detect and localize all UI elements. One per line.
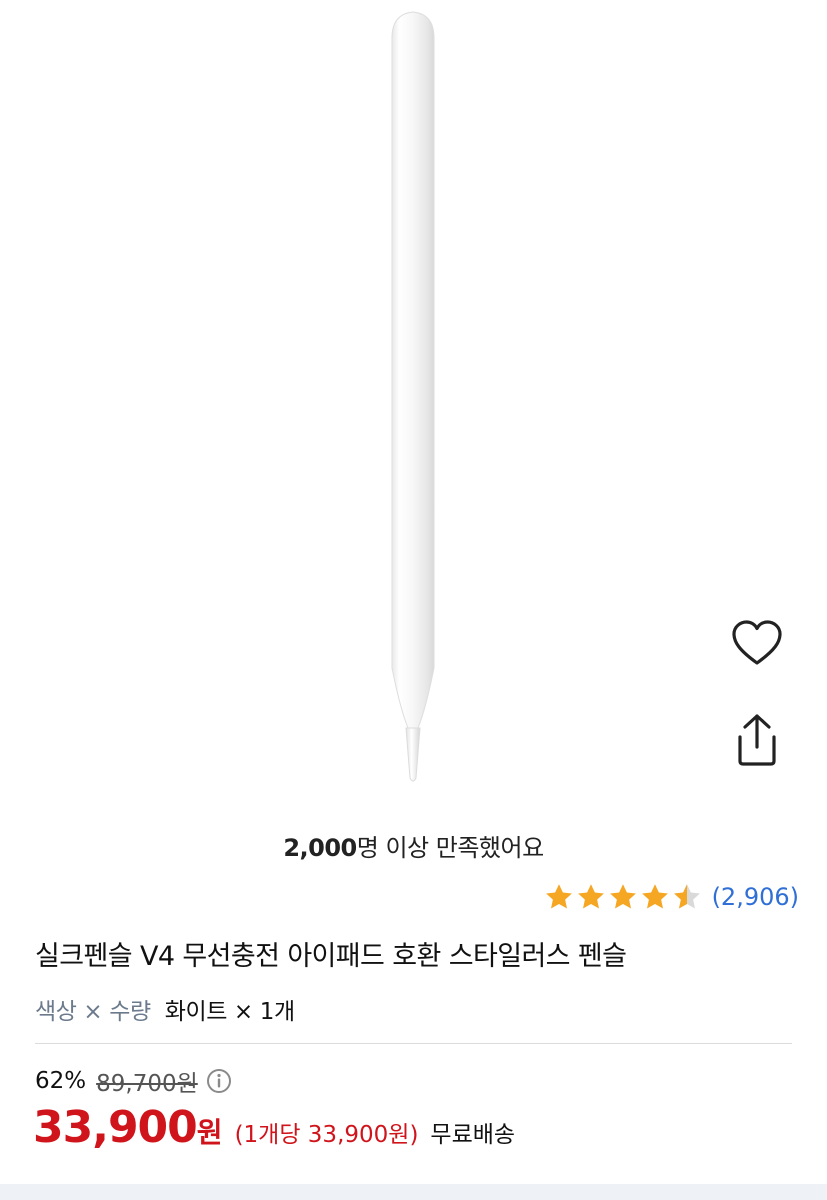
star-icon [609, 884, 636, 909]
bottom-strip [0, 1184, 827, 1200]
share-icon [738, 714, 776, 766]
wishlist-button[interactable] [722, 608, 792, 678]
rating[interactable]: (2,906) [544, 877, 799, 917]
product-title: 실크펜슬 V4 무선충전 아이패드 호환 스타일러스 펜슬 [35, 941, 627, 972]
option-label: 색상 × 수량 [35, 999, 151, 1025]
sale-price-unit: 원 [196, 1116, 223, 1149]
shipping-badge: 무료배송 [430, 1122, 516, 1148]
star-icon [545, 884, 572, 909]
star-icon [577, 884, 604, 909]
stylus-pen-image [391, 11, 435, 782]
selected-option[interactable]: 색상 × 수량 화이트 × 1개 [35, 992, 295, 1026]
discount-row: 62% 89,700원 [35, 1064, 232, 1098]
share-button[interactable] [722, 705, 792, 775]
original-price: 89,700원 [96, 1071, 198, 1097]
review-count-link[interactable]: (2,906) [712, 883, 799, 911]
info-icon[interactable] [206, 1068, 232, 1094]
divider [35, 1043, 792, 1044]
sale-price: 33,900 [33, 1102, 198, 1153]
star-icon [641, 884, 668, 909]
unit-price: (1개당 33,900원) [234, 1122, 419, 1148]
half-star-icon [673, 884, 700, 909]
discount-percent: 62% [35, 1068, 87, 1094]
satisfaction-text: 명 이상 만족했어요 [356, 834, 544, 862]
satisfaction-count: 2,000 [283, 834, 357, 862]
satisfaction-banner: 2,000명 이상 만족했어요 [0, 828, 827, 863]
product-image[interactable] [0, 0, 827, 815]
heart-icon [732, 620, 782, 665]
price-row: 33,900 원 (1개당 33,900원) 무료배송 [33, 1102, 515, 1153]
option-value: 화이트 × 1개 [164, 999, 295, 1025]
